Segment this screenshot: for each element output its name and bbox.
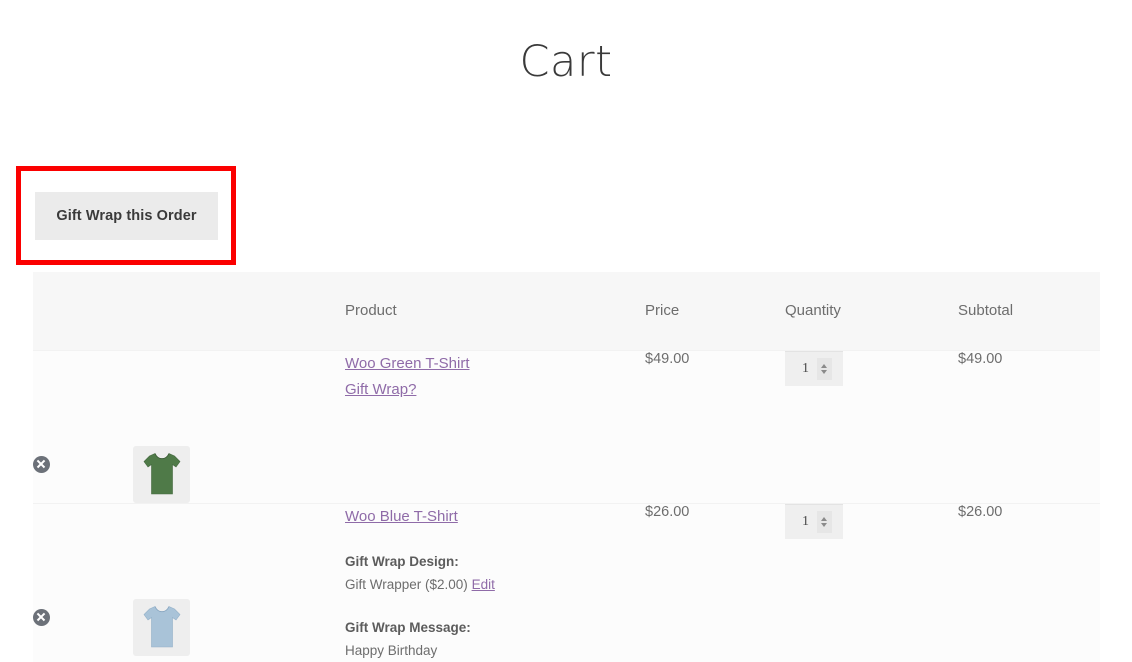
cell-remove bbox=[33, 349, 133, 503]
cell-subtotal: $49.00 bbox=[958, 349, 1100, 503]
product-name-link[interactable]: Woo Green T-Shirt bbox=[345, 351, 470, 377]
gift-wrap-message-meta: Gift Wrap Message: Happy Birthday bbox=[345, 616, 645, 662]
cell-subtotal: $26.00 bbox=[958, 502, 1100, 662]
quantity-value: 1 bbox=[802, 360, 809, 376]
cart-table-header: Product Price Quantity Subtotal bbox=[33, 272, 1100, 350]
cell-product: Woo Blue T-Shirt Gift Wrap Design: Gift … bbox=[345, 502, 645, 662]
quantity-stepper[interactable]: 1 bbox=[785, 350, 843, 386]
gift-wrap-message-label: Gift Wrap Message: bbox=[345, 619, 471, 635]
gift-wrap-message-value: Happy Birthday bbox=[345, 642, 438, 658]
cell-price: $49.00 bbox=[645, 349, 785, 503]
gift-wrap-design-meta: Gift Wrap Design: Gift Wrapper ($2.00) E… bbox=[345, 550, 645, 596]
remove-circle-x-icon[interactable] bbox=[33, 455, 50, 473]
quantity-stepper[interactable]: 1 bbox=[785, 503, 843, 539]
gift-wrap-design-value: Gift Wrapper ($2.00) Edit bbox=[345, 573, 645, 596]
cell-remove bbox=[33, 502, 133, 662]
remove-circle-x-icon[interactable] bbox=[33, 608, 50, 626]
quantity-spinner-arrows-icon[interactable] bbox=[816, 510, 832, 533]
cart-table: Product Price Quantity Subtotal Woo Gree… bbox=[33, 272, 1100, 662]
tshirt-icon bbox=[143, 453, 180, 495]
gift-wrap-this-order-button[interactable]: Gift Wrap this Order bbox=[35, 192, 218, 240]
cell-price: $26.00 bbox=[645, 502, 785, 662]
cell-thumbnail bbox=[133, 502, 345, 662]
column-header-subtotal: Subtotal bbox=[958, 272, 1100, 350]
cell-quantity: 1 bbox=[785, 349, 958, 503]
blue-tshirt-thumbnail[interactable] bbox=[133, 598, 190, 656]
column-header-remove bbox=[33, 272, 133, 350]
gift-wrap-link[interactable]: Gift Wrap? bbox=[345, 377, 645, 403]
column-header-price: Price bbox=[645, 272, 785, 350]
gift-wrap-design-edit-link[interactable]: Edit bbox=[472, 577, 495, 592]
page-title: Cart bbox=[519, 37, 613, 87]
quantity-spinner-arrows-icon[interactable] bbox=[816, 357, 832, 380]
quantity-value: 1 bbox=[802, 513, 809, 529]
cell-quantity: 1 bbox=[785, 502, 958, 662]
cart-table-body: Woo Green T-Shirt Gift Wrap? $49.00 1 $4… bbox=[33, 349, 1100, 662]
table-row: Woo Green T-Shirt Gift Wrap? $49.00 1 $4… bbox=[33, 349, 1100, 503]
table-header-row: Product Price Quantity Subtotal bbox=[33, 272, 1100, 350]
column-header-product: Product bbox=[345, 272, 645, 350]
gift-wrap-design-label: Gift Wrap Design: bbox=[345, 553, 459, 569]
column-header-thumbnail bbox=[133, 272, 345, 350]
tshirt-icon bbox=[143, 606, 180, 648]
product-name-link[interactable]: Woo Blue T-Shirt bbox=[345, 504, 458, 530]
cart-table-container: Product Price Quantity Subtotal Woo Gree… bbox=[33, 272, 1100, 662]
column-header-quantity: Quantity bbox=[785, 272, 958, 350]
table-row: Woo Blue T-Shirt Gift Wrap Design: Gift … bbox=[33, 502, 1100, 662]
gift-wrap-design-text: Gift Wrapper ($2.00) bbox=[345, 576, 468, 592]
cell-thumbnail bbox=[133, 349, 345, 503]
green-tshirt-thumbnail[interactable] bbox=[133, 445, 190, 503]
cell-product: Woo Green T-Shirt Gift Wrap? bbox=[345, 349, 645, 503]
